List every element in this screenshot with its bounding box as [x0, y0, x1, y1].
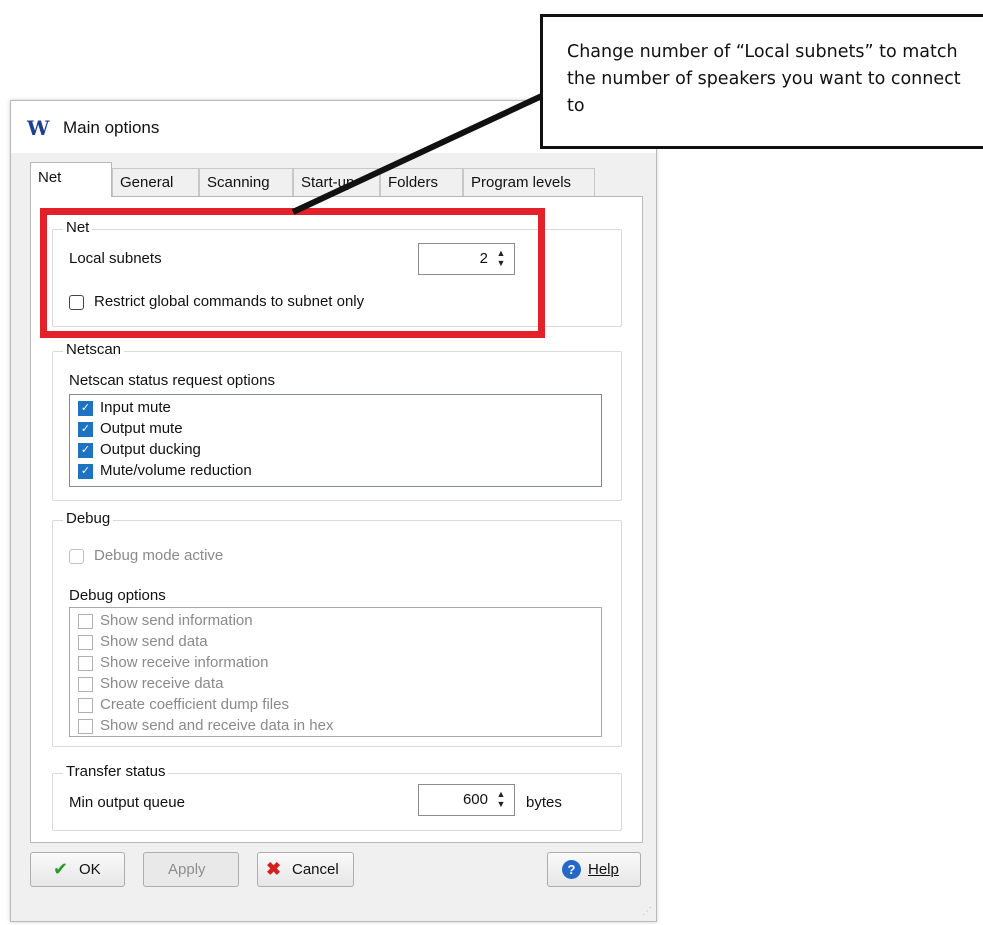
callout-pointer-line — [291, 84, 563, 215]
annotation-callout: Change number of “Local subnets” to matc… — [540, 14, 983, 149]
tab-net[interactable]: Net — [30, 162, 112, 197]
annotation-text: Change number of “Local subnets” to matc… — [567, 42, 961, 116]
tab-net-label: Net — [38, 169, 62, 186]
